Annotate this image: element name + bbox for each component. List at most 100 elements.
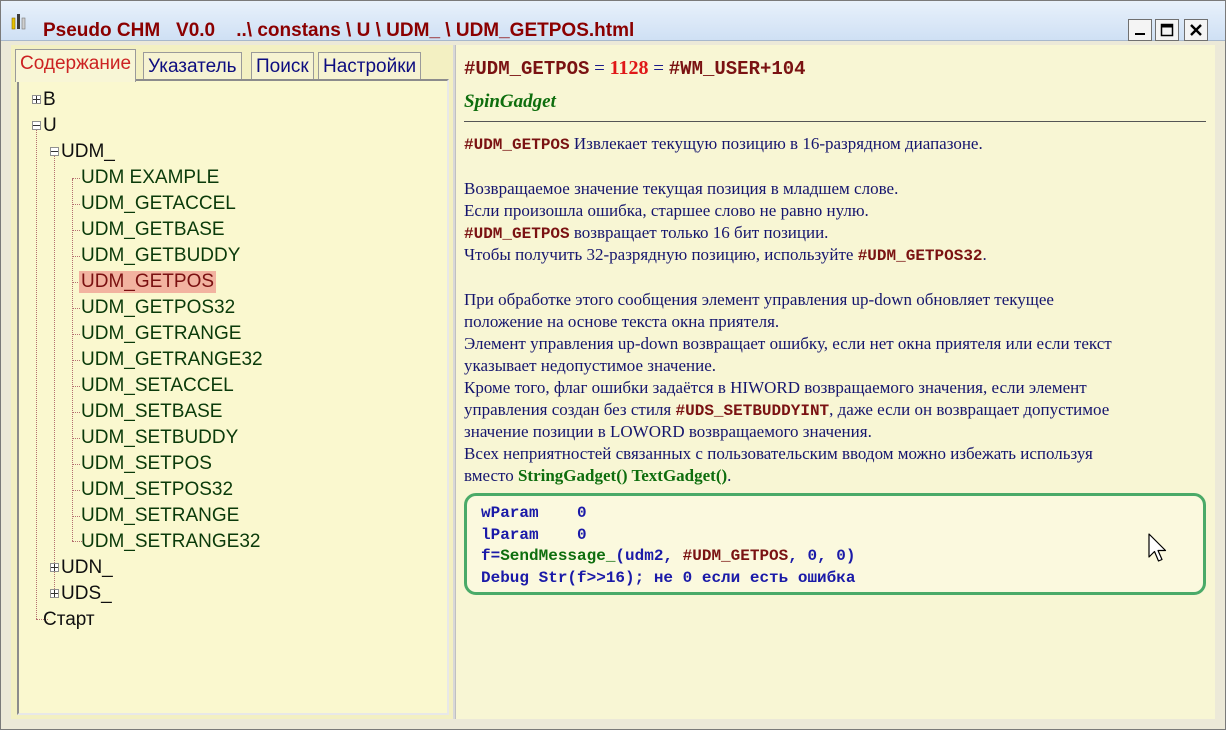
- tab-search[interactable]: Поиск: [251, 52, 314, 81]
- tree-connector: [72, 438, 80, 439]
- tab-settings[interactable]: Настройки: [318, 52, 422, 81]
- window-title: Pseudo CHM V0.0 ..\ constans \ U \ UDM_ …: [43, 20, 634, 42]
- navigation-pane: Содержание Указатель Поиск Настройки B U: [11, 45, 453, 719]
- tree-connector: [72, 412, 80, 413]
- contents-tree[interactable]: B U UDM_ UDM EXAMPLE UDM_GETACCEL UDM_GE…: [17, 79, 449, 715]
- app-version: V0.0: [176, 20, 216, 41]
- tree-connector: [72, 204, 80, 205]
- tree-item-udm-getrange32[interactable]: UDM_GETRANGE32: [81, 349, 263, 371]
- heading-expression: #WM_USER+104: [668, 58, 806, 80]
- description-line: Возвращаемое значение текущая позиция в …: [464, 179, 899, 198]
- tree-item-udm-setbuddy[interactable]: UDM_SETBUDDY: [81, 427, 238, 449]
- tree-item-udm-setbase[interactable]: UDM_SETBASE: [81, 401, 222, 423]
- code-text: , 0, 0): [788, 547, 856, 565]
- keyword-link[interactable]: #UDS_SETBUDDYINT: [676, 402, 830, 420]
- keyword-link[interactable]: #UDM_GETPOS32: [858, 247, 983, 265]
- tree-item-udm-getbuddy[interactable]: UDM_GETBUDDY: [81, 245, 240, 267]
- tree-item-udm-setaccel[interactable]: UDM_SETACCEL: [81, 375, 234, 397]
- tree-item-udm-getrange[interactable]: UDM_GETRANGE: [81, 323, 241, 345]
- tab-contents[interactable]: Содержание: [15, 49, 137, 82]
- tree-item-start[interactable]: Старт: [43, 609, 95, 631]
- description-line: Если произошла ошибка, старшее слово не …: [464, 201, 869, 220]
- content-pane: #UDM_GETPOS = 1128 = #WM_USER+104 SpinGa…: [455, 45, 1215, 719]
- code-example: wParam 0 lParam 0 f=SendMessage_(udm2, #…: [464, 493, 1206, 595]
- description-line: #UDM_GETPOS Извлекает текущую позицию в …: [464, 133, 983, 156]
- collapse-icon[interactable]: [32, 121, 41, 130]
- tree-item-b[interactable]: B: [43, 89, 56, 111]
- tree-item-udm-setpos32[interactable]: UDM_SETPOS32: [81, 479, 233, 501]
- collapse-icon[interactable]: [50, 147, 59, 156]
- heading-equals: =: [589, 58, 610, 79]
- app-name: Pseudo CHM: [43, 20, 161, 41]
- heading-constant: #UDM_GETPOS: [464, 58, 590, 80]
- tree-item-udm-example[interactable]: UDM EXAMPLE: [81, 167, 219, 189]
- tree-connector: [72, 516, 80, 517]
- keyword: #UDM_GETPOS: [464, 136, 570, 154]
- tree-item-udm-getaccel[interactable]: UDM_GETACCEL: [81, 193, 236, 215]
- code-text: f=: [481, 547, 501, 565]
- tree-item-udm-getbase[interactable]: UDM_GETBASE: [81, 219, 225, 241]
- heading-equals: =: [648, 58, 669, 79]
- tree-item-udm[interactable]: UDM_: [61, 141, 115, 163]
- tree-connector: [72, 464, 80, 465]
- tree-connector: [72, 490, 80, 491]
- code-line: f=SendMessage_(udm2, #UDM_GETPOS, 0, 0): [481, 547, 855, 565]
- tree-item-udm-setrange32[interactable]: UDM_SETRANGE32: [81, 531, 261, 553]
- description-line: Всех неприятностей связанных с пользоват…: [464, 444, 1093, 463]
- document-path: ..\ constans \ U \ UDM_ \ UDM_GETPOS.htm…: [236, 20, 635, 41]
- text: вместо: [464, 466, 518, 485]
- tree-connector: [72, 386, 80, 387]
- text: .: [982, 245, 987, 264]
- description-line: вместо StringGadget() TextGadget().: [464, 465, 731, 487]
- description-line: Элемент управления up-down возвращает ош…: [464, 334, 1112, 353]
- tree-connector: [72, 230, 80, 231]
- tree-connector: [72, 256, 80, 257]
- maximize-button[interactable]: [1155, 19, 1179, 41]
- mouse-pointer-icon: [1148, 533, 1168, 570]
- tree-connector: [72, 334, 80, 335]
- tree-item-uds[interactable]: UDS_: [61, 583, 112, 605]
- tree-item-udm-getpos32[interactable]: UDM_GETPOS32: [81, 297, 235, 319]
- code-line: wParam 0: [481, 504, 587, 522]
- minimize-icon: [1135, 33, 1145, 35]
- description-line: управления создан без стиля #UDS_SETBUDD…: [464, 399, 1109, 422]
- tab-index[interactable]: Указатель: [143, 52, 242, 81]
- code-function: SendMessage_: [500, 547, 616, 565]
- tree-connector: [72, 178, 80, 179]
- tree-item-udm-getpos[interactable]: UDM_GETPOS: [79, 271, 217, 293]
- tree-connector: [54, 153, 55, 593]
- text: возвращает только 16 бит позиции.: [569, 223, 829, 242]
- close-icon: [1190, 24, 1202, 36]
- maximize-icon: [1160, 23, 1174, 37]
- page-title: #UDM_GETPOS = 1128 = #WM_USER+104: [464, 57, 806, 80]
- tree-connector: [72, 308, 80, 309]
- expand-icon[interactable]: [50, 589, 59, 598]
- title-bar[interactable]: Pseudo CHM V0.0 ..\ constans \ U \ UDM_ …: [1, 1, 1225, 41]
- description-line: Кроме того, флаг ошибки задаётся в HIWOR…: [464, 378, 1087, 397]
- tree-connector: [36, 127, 37, 619]
- code-line: Debug Str(f>>16); не 0 если есть ошибка: [481, 569, 856, 587]
- text: Чтобы получить 32-разрядную позицию, исп…: [464, 245, 858, 264]
- heading-value: 1128: [609, 57, 649, 79]
- description-line: значение позиции в LOWORD возвращаемого …: [464, 422, 872, 441]
- tree-item-u[interactable]: U: [43, 115, 57, 137]
- page-subtitle: SpinGadget: [464, 91, 556, 112]
- minimize-button[interactable]: [1128, 19, 1152, 41]
- text: , даже если он возвращает допустимое: [829, 400, 1110, 419]
- expand-icon[interactable]: [32, 95, 41, 104]
- tree-connector: [72, 360, 80, 361]
- text: .: [727, 466, 732, 485]
- code-text: (udm2,: [615, 547, 683, 565]
- tree-item-udn[interactable]: UDN_: [61, 557, 113, 579]
- description-line: Чтобы получить 32-разрядную позицию, исп…: [464, 244, 987, 267]
- description-line: При обработке этого сообщения элемент уп…: [464, 290, 1054, 309]
- tree-item-udm-setpos[interactable]: UDM_SETPOS: [81, 453, 212, 475]
- close-button[interactable]: [1184, 19, 1208, 41]
- function-link[interactable]: StringGadget() TextGadget(): [518, 466, 727, 485]
- app-window: Pseudo CHM V0.0 ..\ constans \ U \ UDM_ …: [0, 0, 1226, 730]
- tree-item-udm-setrange[interactable]: UDM_SETRANGE: [81, 505, 239, 527]
- description-line: положение на основе текста окна приятеля…: [464, 312, 780, 331]
- description-line: #UDM_GETPOS возвращает только 16 бит поз…: [464, 222, 828, 245]
- expand-icon[interactable]: [50, 563, 59, 572]
- text: Извлекает текущую позицию в 16-разрядном…: [569, 134, 983, 153]
